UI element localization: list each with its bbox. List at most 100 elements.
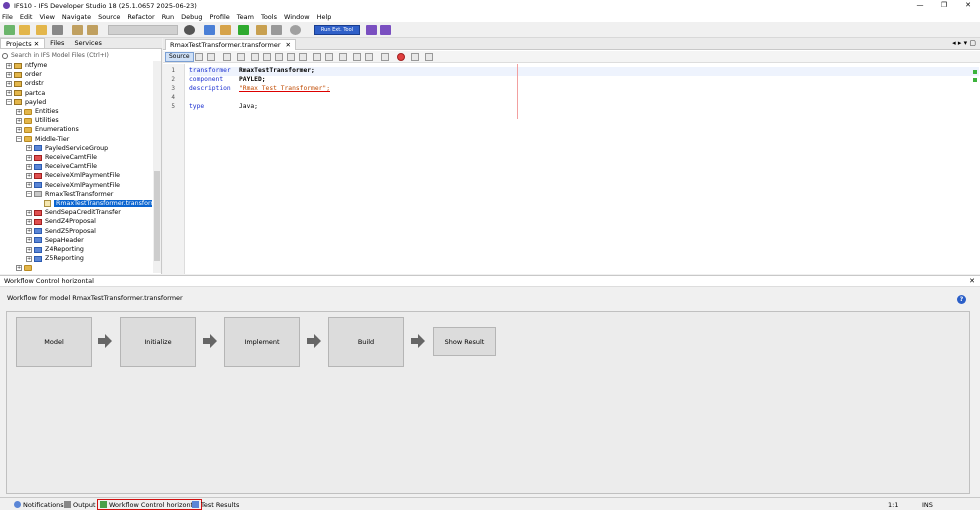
status-tab-output[interactable]: Output — [64, 500, 96, 509]
tree-node[interactable]: + Entities — [16, 107, 59, 116]
uncomment-icon[interactable] — [325, 53, 333, 61]
new-file-icon[interactable] — [19, 25, 30, 35]
expand-icon[interactable]: + — [16, 264, 22, 271]
menu-file[interactable]: File — [2, 13, 13, 21]
stop-icon[interactable] — [290, 25, 301, 35]
tab-files[interactable]: Files — [45, 38, 69, 48]
tree-node[interactable]: + ReceiveCamtFile — [26, 162, 97, 171]
undo-icon[interactable] — [72, 25, 83, 35]
workflow-step-show-result[interactable]: Show Result — [433, 327, 496, 356]
minimize-button[interactable]: — — [908, 0, 932, 11]
clean-build-icon[interactable] — [204, 25, 215, 35]
menu-refactor[interactable]: Refactor — [127, 13, 154, 21]
maximize-button[interactable]: ❐ — [932, 0, 956, 11]
tree-node[interactable]: + ntfyme — [6, 61, 47, 70]
status-tab-test-results[interactable]: Test Results — [192, 500, 239, 509]
expand-icon[interactable]: + — [26, 255, 32, 262]
comment-icon[interactable] — [313, 53, 321, 61]
new-project-icon[interactable] — [4, 25, 15, 35]
editor-tab-transformer[interactable]: RmaxTestTransformer.transformer ✕ — [165, 39, 296, 50]
diff-icon[interactable] — [381, 53, 389, 61]
expand-icon[interactable]: + — [26, 145, 32, 152]
open-project-icon[interactable] — [36, 25, 47, 35]
expand-icon[interactable]: + — [16, 117, 22, 124]
ifs-tool-icon[interactable] — [366, 25, 377, 35]
expand-icon[interactable]: + — [26, 154, 32, 161]
tree-node[interactable]: − RmaxTestTransformer — [26, 190, 113, 199]
tree-node[interactable]: + Z5Reporting — [26, 254, 84, 263]
source-view-button[interactable]: Source — [165, 52, 194, 62]
menu-window[interactable]: Window — [284, 13, 310, 21]
record-macro-icon[interactable] — [397, 53, 405, 61]
menu-run[interactable]: Run — [162, 13, 174, 21]
menu-tools[interactable]: Tools — [261, 13, 277, 21]
tree-search-input[interactable]: Search in IFS Model Files (Ctrl+I) — [2, 51, 158, 60]
expand-icon[interactable]: + — [6, 62, 12, 69]
expand-icon[interactable]: + — [26, 172, 32, 179]
tree-node[interactable]: + SepaHeader — [26, 236, 84, 245]
expand-icon[interactable]: + — [6, 90, 12, 97]
code-line[interactable]: transformer RmaxTestTransformer; — [189, 67, 979, 76]
redo-icon[interactable] — [87, 25, 98, 35]
tree-node[interactable]: + Enumerations — [16, 125, 79, 134]
stop-macro-icon[interactable] — [411, 53, 419, 61]
workflow-step-implement[interactable]: Implement — [224, 317, 300, 367]
tree-node[interactable]: + order — [6, 70, 42, 79]
menu-debug[interactable]: Debug — [181, 13, 202, 21]
tree-node[interactable]: RmaxTestTransformer.transformer — [36, 199, 152, 208]
forward-icon[interactable] — [207, 53, 215, 61]
expand-icon[interactable]: + — [6, 80, 12, 87]
menu-help[interactable]: Help — [317, 13, 332, 21]
tree-node[interactable]: + Z4Reporting — [26, 245, 84, 254]
code-area[interactable]: transformer RmaxTestTransformer; component… — [189, 64, 979, 274]
status-tab-notifications[interactable]: Notifications — [14, 500, 64, 509]
tree-node[interactable]: + ReceiveCamtFile — [26, 153, 97, 162]
shift-left-icon[interactable] — [287, 53, 295, 61]
workflow-step-build[interactable]: Build — [328, 317, 404, 367]
menu-source[interactable]: Source — [98, 13, 120, 21]
tree-node[interactable]: + ordstr — [6, 79, 44, 88]
expand-icon[interactable]: + — [26, 218, 32, 225]
tab-projects[interactable]: Projects ✕ — [0, 38, 46, 48]
tree-node[interactable]: + Utilities — [16, 116, 59, 125]
expand-icon[interactable]: + — [26, 228, 32, 235]
next-change-icon[interactable] — [365, 53, 373, 61]
debug-icon[interactable] — [256, 25, 267, 35]
close-icon[interactable]: ✕ — [969, 276, 975, 287]
back-icon[interactable] — [195, 53, 203, 61]
save-all-icon[interactable] — [52, 25, 63, 35]
tree-node[interactable]: − Middle-Tier — [16, 135, 69, 144]
expand-icon[interactable]: + — [26, 246, 32, 253]
prev-bookmark-icon[interactable] — [263, 53, 271, 61]
format-icon[interactable] — [339, 53, 347, 61]
shift-right-icon[interactable] — [299, 53, 307, 61]
globe-icon[interactable] — [184, 25, 195, 35]
menu-navigate[interactable]: Navigate — [62, 13, 91, 21]
external-tool-button[interactable]: Run Ext. Tool — [314, 25, 360, 35]
tree-node[interactable]: + PayledServiceGroup — [26, 144, 108, 153]
code-line[interactable]: type Java; — [189, 103, 258, 112]
expand-icon[interactable]: + — [6, 71, 12, 78]
code-line[interactable]: description "Rmax Test Transformer"; — [189, 85, 330, 94]
play-macro-icon[interactable] — [425, 53, 433, 61]
status-tab-workflow[interactable]: Workflow Control horizontal — [97, 499, 202, 510]
expand-icon[interactable]: + — [26, 237, 32, 244]
collapse-icon[interactable]: − — [16, 136, 22, 143]
close-tab-icon[interactable]: ✕ — [286, 41, 291, 49]
tree-scrollbar[interactable] — [153, 61, 161, 273]
menu-view[interactable]: View — [39, 13, 54, 21]
expand-icon[interactable]: + — [16, 108, 22, 115]
code-line[interactable]: component PAYLED; — [189, 76, 266, 85]
menu-team[interactable]: Team — [237, 13, 254, 21]
collapse-icon[interactable]: − — [6, 99, 12, 106]
tree-node[interactable]: + ReceiveXmlPaymentFile — [26, 181, 120, 190]
code-line[interactable] — [189, 94, 239, 103]
tree-node[interactable]: + ReceiveXmlPaymentFile — [26, 171, 120, 180]
next-bookmark-icon[interactable] — [275, 53, 283, 61]
tree-node[interactable]: + SendZ5Proposal — [26, 227, 96, 236]
close-icon[interactable]: ✕ — [34, 40, 39, 48]
run-icon[interactable] — [238, 25, 249, 35]
find-icon[interactable] — [237, 53, 245, 61]
tree-node[interactable]: + SendZ4Proposal — [26, 217, 96, 226]
profile-icon[interactable] — [271, 25, 282, 35]
